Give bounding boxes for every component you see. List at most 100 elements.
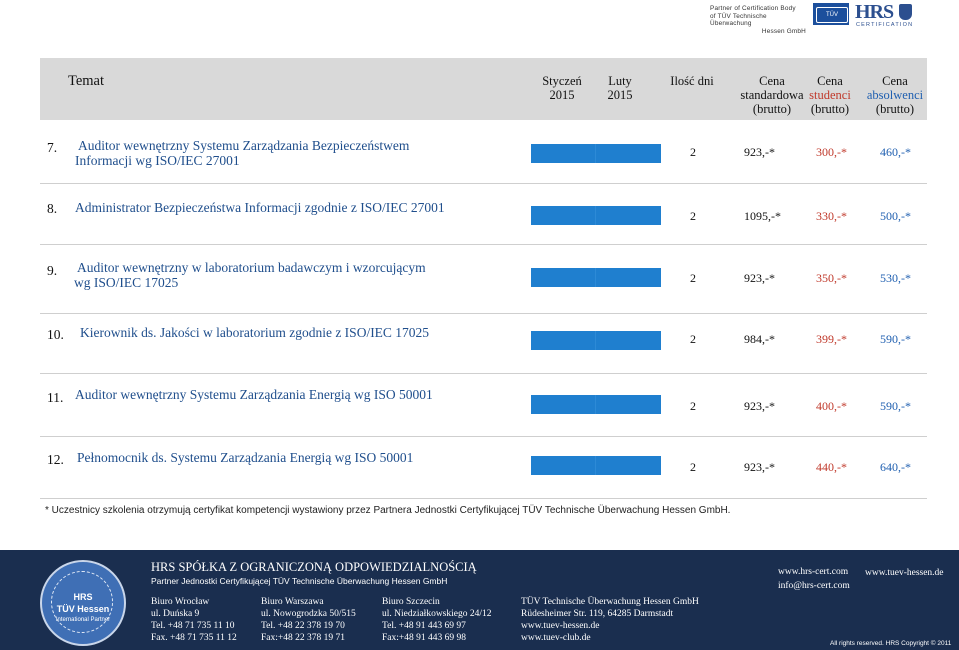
row-price-standard: 984,-* bbox=[744, 332, 775, 346]
header-cena-stu-2: studenci bbox=[809, 88, 851, 102]
header-cena-stu-3: (brutto) bbox=[810, 102, 850, 116]
row-title-line: Informacji wg ISO/IEC 27001 bbox=[75, 153, 240, 168]
header-cena-abs-2: absolwenci bbox=[866, 88, 924, 102]
schedule-bar bbox=[531, 268, 661, 287]
row-title-line: wg ISO/IEC 17025 bbox=[74, 275, 179, 290]
row-title-line: Administrator Bezpieczeństwa Informacji … bbox=[75, 200, 445, 215]
header-cena-abs-1: Cena bbox=[882, 74, 908, 88]
tuv-club-link[interactable]: www.tuev-club.de bbox=[521, 632, 699, 644]
row-days: 2 bbox=[690, 399, 696, 413]
row-title-line: Auditor wewnętrzny Systemu Zarządzania B… bbox=[78, 138, 410, 153]
header-cena-std-1: Cena bbox=[759, 74, 785, 88]
row-price-graduates: 590,-* bbox=[880, 332, 911, 346]
row-price-standard: 923,-* bbox=[744, 145, 775, 159]
tuv-hessen-link[interactable]: www.tuev-hessen.de bbox=[865, 567, 944, 579]
hrs-email-link[interactable]: info@hrs-cert.com bbox=[778, 580, 850, 592]
office-phone: Tel. +48 22 378 19 70 bbox=[261, 621, 345, 631]
tuv-street: Rüdesheimer Str. 119, 64285 Darmstadt bbox=[521, 609, 674, 619]
row-price-graduates: 530,-* bbox=[880, 271, 911, 285]
tuv-logo: TÜV bbox=[813, 3, 849, 25]
tuv-website-link[interactable]: www.tuev-hessen.de bbox=[521, 620, 699, 632]
header-temat: Temat bbox=[68, 73, 105, 89]
row-price-students: 300,-* bbox=[816, 145, 847, 159]
row-title: Auditor wewnętrzny Systemu Zarządzania E… bbox=[75, 387, 433, 402]
footnote-divider bbox=[40, 498, 927, 499]
office-address: ul. Duńska 9 bbox=[151, 609, 200, 619]
row-price-graduates: 500,-* bbox=[880, 209, 911, 223]
row-title: Pełnomocnik ds. Systemu Zarządzania Ener… bbox=[77, 450, 413, 465]
seal-text-2: TÜV Hessen bbox=[56, 604, 110, 614]
header-cena-studenci: Cena studenci (brutto) bbox=[806, 74, 854, 116]
footer-tuv-address: TÜV Technische Überwachung Hessen GmbH R… bbox=[521, 596, 699, 644]
schedule-bar bbox=[531, 144, 661, 163]
row-divider bbox=[40, 313, 927, 314]
schedule-bar bbox=[531, 206, 661, 225]
footer-company-name: HRS SPÓŁKA Z OGRANICZONĄ ODPOWIEDZIALNOŚ… bbox=[151, 560, 477, 574]
header-styczen-year: 2015 bbox=[549, 88, 575, 102]
header-luty-month: Luty bbox=[608, 74, 632, 88]
office-name: Biuro Warszawa bbox=[261, 597, 324, 607]
tuv-partner-seal: HRS TÜV Hessen International Partner bbox=[40, 560, 126, 646]
row-number: 10. bbox=[47, 327, 64, 342]
row-price-students: 440,-* bbox=[816, 460, 847, 474]
schedule-bar bbox=[531, 331, 661, 350]
row-price-standard: 1095,-* bbox=[744, 209, 781, 223]
footer-office-szczecin: Biuro Szczecin ul. Niedziałkowskiego 24/… bbox=[382, 596, 492, 644]
row-days: 2 bbox=[690, 271, 696, 285]
footer-company-sub: Partner Jednostki Certyfikującej TÜV Tec… bbox=[151, 576, 448, 586]
header-cena-abs-3: (brutto) bbox=[875, 102, 915, 116]
office-phone: Tel. +48 71 735 11 10 bbox=[151, 621, 235, 631]
row-divider bbox=[40, 183, 927, 184]
row-title-line: Pełnomocnik ds. Systemu Zarządzania Ener… bbox=[77, 450, 414, 465]
schedule-bar bbox=[531, 395, 661, 414]
office-fax: Fax. +48 71 735 11 12 bbox=[151, 633, 237, 643]
header-luty-year: 2015 bbox=[607, 88, 633, 102]
office-name: Biuro Wrocław bbox=[151, 597, 210, 607]
office-name: Biuro Szczecin bbox=[382, 597, 440, 607]
row-price-students: 350,-* bbox=[816, 271, 847, 285]
header-cena-standardowa: Cena standardowa (brutto) bbox=[738, 74, 806, 116]
partner-line-3: Hessen GmbH bbox=[761, 27, 806, 35]
partner-line-1: Partner of Certification Body bbox=[710, 5, 796, 12]
copyright: All rights reserved. HRS Copyright © 201… bbox=[830, 640, 952, 647]
footer-office-warszawa: Biuro Warszawa ul. Nowogrodzka 50/515 Te… bbox=[261, 596, 356, 644]
row-days: 2 bbox=[690, 332, 696, 346]
header-styczen-month: Styczeń bbox=[542, 74, 582, 88]
row-divider bbox=[40, 436, 927, 437]
row-number: 9. bbox=[47, 263, 58, 278]
row-days: 2 bbox=[690, 209, 696, 223]
tuv-logo-label: TÜV bbox=[816, 7, 848, 23]
hrs-website-link[interactable]: www.hrs-cert.com bbox=[778, 566, 848, 578]
row-days: 2 bbox=[690, 460, 696, 474]
row-price-students: 330,-* bbox=[816, 209, 847, 223]
header-cena-std-2: standardowa bbox=[740, 88, 804, 102]
row-price-standard: 923,-* bbox=[744, 399, 775, 413]
seal-text-3: International Partner bbox=[55, 617, 111, 623]
row-title-line: Auditor wewnętrzny Systemu Zarządzania E… bbox=[75, 387, 433, 402]
row-price-standard: 923,-* bbox=[744, 271, 775, 285]
row-divider bbox=[40, 373, 927, 374]
row-number: 7. bbox=[47, 140, 58, 155]
hrs-logo-sub: CERTIFICATION bbox=[856, 22, 914, 28]
row-number: 12. bbox=[47, 452, 64, 467]
row-title-line: Auditor wewnętrzny w laboratorium badawc… bbox=[77, 260, 426, 275]
row-price-students: 400,-* bbox=[816, 399, 847, 413]
row-title: Auditor wewnętrzny w laboratorium badawc… bbox=[74, 260, 426, 290]
row-price-standard: 923,-* bbox=[744, 460, 775, 474]
row-title: Administrator Bezpieczeństwa Informacji … bbox=[75, 200, 445, 215]
row-days: 2 bbox=[690, 145, 696, 159]
seal-ring bbox=[51, 571, 113, 633]
hrs-logo-letters: HRS bbox=[855, 1, 894, 23]
header-styczen: Styczeń 2015 bbox=[540, 74, 584, 102]
seal-text-1: HRS bbox=[73, 592, 93, 602]
eagle-icon bbox=[899, 4, 912, 20]
footer-office-wroclaw: Biuro Wrocław ul. Duńska 9 Tel. +48 71 7… bbox=[151, 596, 237, 644]
row-price-graduates: 640,-* bbox=[880, 460, 911, 474]
partner-line-2: of TÜV Technische Überwachung bbox=[710, 12, 767, 28]
office-fax: Fax:+48 91 443 69 98 bbox=[382, 633, 466, 643]
header-cena-stu-1: Cena bbox=[817, 74, 843, 88]
row-price-graduates: 590,-* bbox=[880, 399, 911, 413]
row-divider bbox=[40, 244, 927, 245]
tuv-company-name: TÜV Technische Überwachung Hessen GmbH bbox=[521, 597, 699, 607]
header-ilosc-dni: Ilość dni bbox=[670, 74, 714, 88]
